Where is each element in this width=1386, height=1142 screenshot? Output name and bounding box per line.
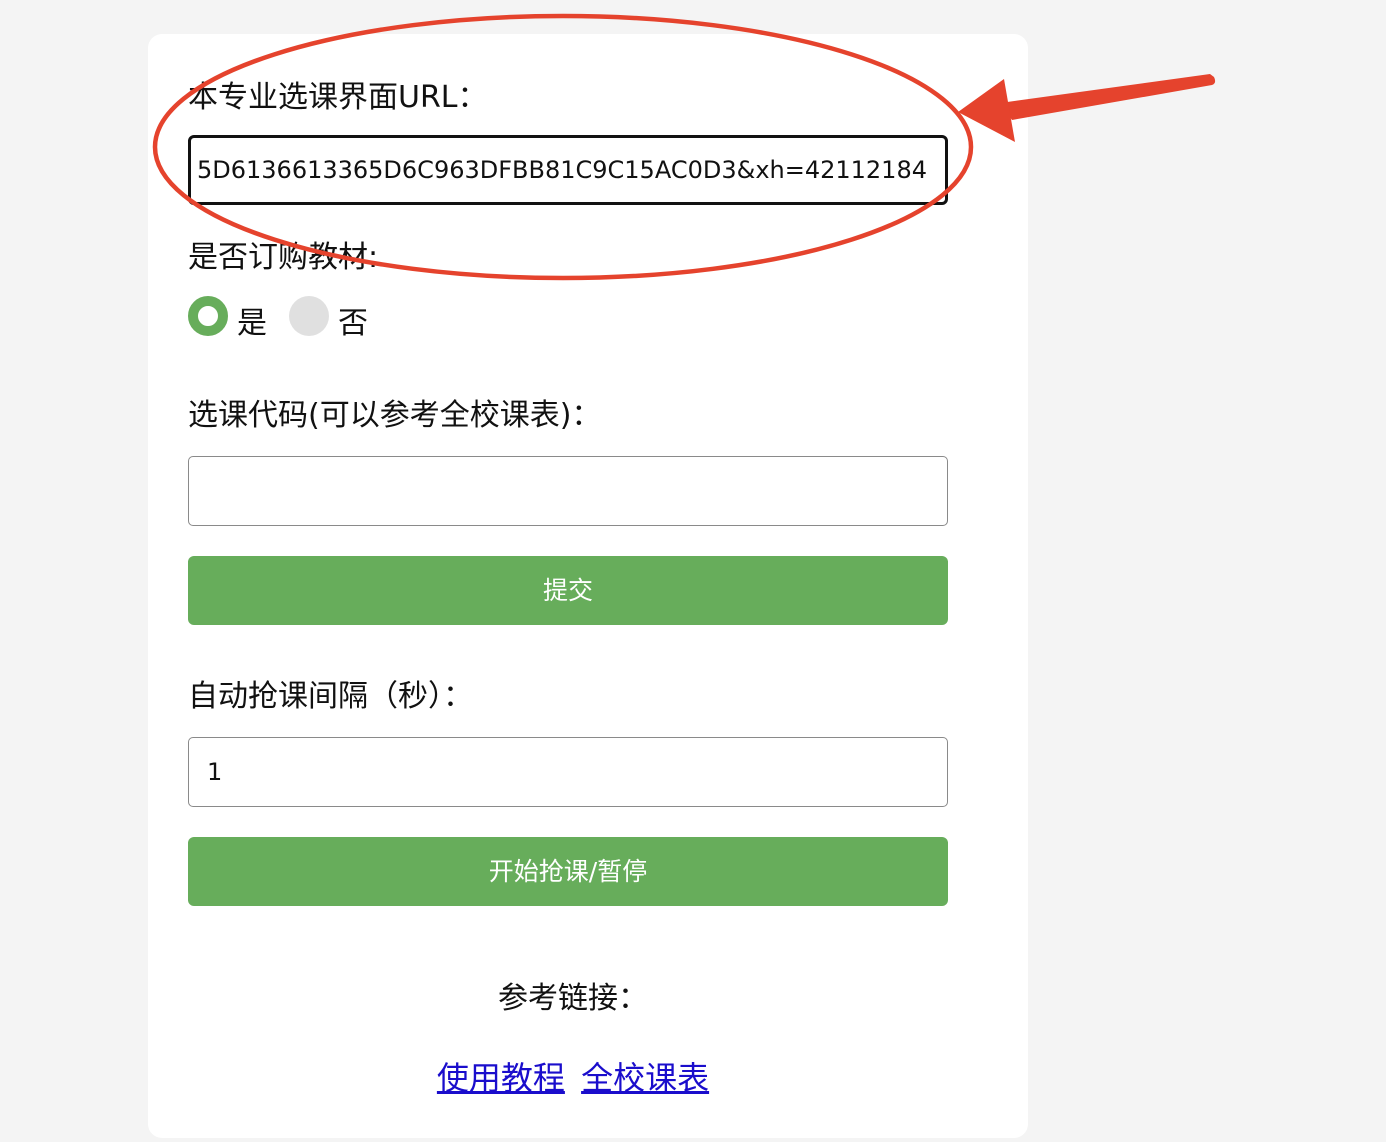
url-input[interactable]: 5D6136613365D6C963DFBB81C9C15AC0D3&xh=42… [188, 135, 948, 205]
interval-label: 自动抢课间隔（秒）： [188, 679, 473, 714]
url-label: 本专业选课界面URL： [188, 80, 488, 115]
references-label: 参考链接： [498, 981, 648, 1016]
submit-button[interactable]: 提交 [188, 556, 948, 625]
radio-no[interactable] [289, 296, 329, 336]
form-card: 本专业选课界面URL： 5D6136613365D6C963DFBB81C9C1… [148, 34, 1028, 1138]
start-pause-button[interactable]: 开始抢课/暂停 [188, 837, 948, 906]
radio-no-label[interactable]: 否 [338, 306, 368, 342]
interval-input[interactable] [188, 737, 948, 807]
textbook-label: 是否订购教材: [188, 240, 379, 275]
radio-yes-label[interactable]: 是 [237, 306, 267, 342]
radio-yes[interactable] [188, 296, 228, 336]
reference-links: 使用教程 全校课表 [148, 1058, 998, 1098]
url-input-value: 5D6136613365D6C963DFBB81C9C15AC0D3&xh=42… [196, 156, 927, 184]
course-code-input[interactable] [188, 456, 948, 526]
course-code-label: 选课代码(可以参考全校课表)： [188, 398, 602, 433]
link-tutorial[interactable]: 使用教程 [437, 1059, 565, 1097]
link-school-timetable[interactable]: 全校课表 [581, 1059, 709, 1097]
